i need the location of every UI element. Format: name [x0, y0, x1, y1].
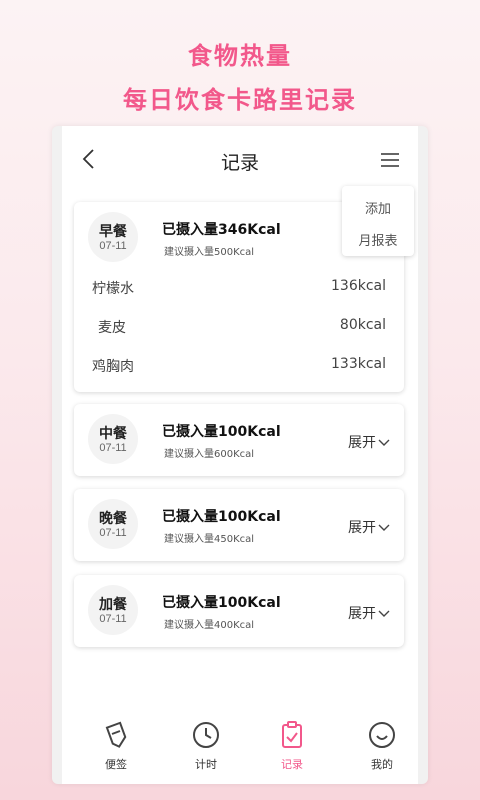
- expand-label: 展开: [348, 520, 376, 536]
- expand-button[interactable]: 展开: [348, 603, 390, 623]
- intake-amount: 已摄入量100Kcal: [162, 424, 281, 440]
- meal-name: 中餐: [99, 426, 127, 442]
- food-row[interactable]: 柠檬水 136kcal: [74, 278, 404, 298]
- meal-date: 07-11: [99, 527, 127, 539]
- food-name: 鸡胸肉: [92, 359, 134, 375]
- tab-label: 计时: [195, 758, 217, 771]
- tab-mine[interactable]: 我的: [352, 716, 412, 784]
- top-bar: 记录: [62, 126, 418, 186]
- menu-item-monthly-report[interactable]: 月报表: [342, 230, 414, 249]
- menu-popup: 添加 月报表: [342, 186, 414, 256]
- meal-badge: 中餐 07-11: [88, 414, 138, 464]
- expand-label: 展开: [348, 435, 376, 451]
- food-row[interactable]: 鸡胸肉 133kcal: [74, 356, 404, 376]
- suggested-amount: 建议摄入量400Kcal: [164, 620, 255, 631]
- chevron-down-icon: [378, 439, 390, 446]
- tab-record[interactable]: 记录: [262, 716, 322, 784]
- tab-label: 我的: [371, 758, 393, 771]
- chevron-down-icon: [378, 524, 390, 531]
- tab-label: 记录: [281, 758, 303, 771]
- chevron-down-icon: [378, 610, 390, 617]
- sticker-icon: [105, 721, 127, 748]
- intake-amount: 已摄入量346Kcal: [162, 222, 281, 238]
- meal-date: 07-11: [99, 240, 127, 252]
- suggested-amount: 建议摄入量500Kcal: [164, 247, 255, 258]
- tab-notes[interactable]: 便签: [86, 716, 146, 784]
- tab-timer[interactable]: 计时: [176, 716, 236, 784]
- food-name: 麦皮: [98, 320, 126, 336]
- food-name: 柠檬水: [92, 281, 134, 297]
- meal-name: 加餐: [99, 597, 127, 613]
- meal-name: 晚餐: [99, 511, 127, 527]
- expand-button[interactable]: 展开: [348, 432, 390, 452]
- intake-amount: 已摄入量100Kcal: [162, 509, 281, 525]
- menu-item-add[interactable]: 添加: [342, 198, 414, 217]
- phone-frame: 记录 添加 月报表 早餐 07-11 已摄入量346Kcal 建议摄入量500K…: [52, 126, 428, 784]
- food-kcal: 133kcal: [331, 356, 386, 372]
- suggested-amount: 建议摄入量600Kcal: [164, 449, 255, 460]
- smile-icon: [369, 722, 395, 748]
- suggested-amount: 建议摄入量450Kcal: [164, 534, 255, 545]
- hero-title-line1: 食物热量: [188, 42, 292, 70]
- hero-title-line2: 每日饮食卡路里记录: [123, 86, 357, 114]
- menu-icon[interactable]: [380, 152, 400, 168]
- meal-card-dinner[interactable]: 晚餐 07-11 已摄入量100Kcal 建议摄入量450Kcal 展开: [74, 489, 404, 561]
- expand-button[interactable]: 展开: [348, 517, 390, 537]
- meal-name: 早餐: [99, 224, 127, 240]
- clock-icon: [193, 722, 219, 748]
- meal-badge: 早餐 07-11: [88, 212, 138, 262]
- page-title: 记录: [220, 152, 259, 174]
- meal-date: 07-11: [99, 613, 127, 625]
- meal-card-snack[interactable]: 加餐 07-11 已摄入量100Kcal 建议摄入量400Kcal 展开: [74, 575, 404, 647]
- tab-label: 便签: [105, 758, 127, 771]
- meal-card-lunch[interactable]: 中餐 07-11 已摄入量100Kcal 建议摄入量600Kcal 展开: [74, 404, 404, 476]
- food-row[interactable]: 麦皮 80kcal: [74, 317, 404, 337]
- meal-badge: 晚餐 07-11: [88, 499, 138, 549]
- food-kcal: 80kcal: [339, 317, 386, 333]
- clipboard-check-icon: [282, 721, 302, 748]
- food-kcal: 136kcal: [331, 278, 386, 294]
- meal-badge: 加餐 07-11: [88, 585, 138, 635]
- app-screen: 记录 添加 月报表 早餐 07-11 已摄入量346Kcal 建议摄入量500K…: [62, 126, 418, 784]
- bottom-tab-bar: 便签 计时 记录 我的: [62, 716, 418, 784]
- intake-amount: 已摄入量100Kcal: [162, 595, 281, 611]
- expand-label: 展开: [348, 606, 376, 622]
- meal-date: 07-11: [99, 442, 127, 454]
